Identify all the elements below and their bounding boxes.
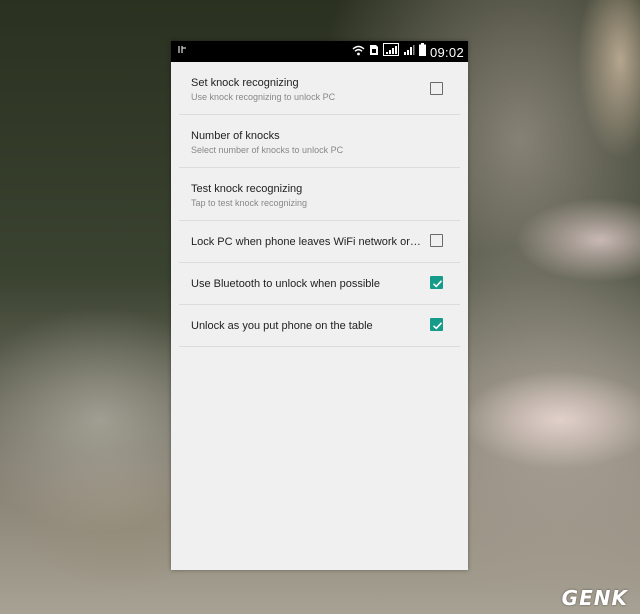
setting-number-of-knocks[interactable]: Number of knocks Select number of knocks… (179, 115, 460, 168)
signal-icon (403, 43, 415, 61)
setting-title: Use Bluetooth to unlock when possible (191, 278, 380, 290)
setting-title: Set knock recognizing (191, 77, 299, 89)
knock-recognizing-checkbox[interactable] (430, 82, 443, 95)
setting-subtitle: Select number of knocks to unlock PC (191, 145, 344, 155)
status-clock: 09:02 (429, 44, 464, 60)
checkmark-icon (432, 280, 443, 288)
setting-knock-recognizing[interactable]: Set knock recognizing Use knock recogniz… (179, 62, 460, 115)
phone-screen: 09:02 Set knock recognizing Use knock re… (171, 41, 468, 570)
setting-unlock-on-table[interactable]: Unlock as you put phone on the table (179, 305, 460, 347)
setting-subtitle: Use knock recognizing to unlock PC (191, 92, 336, 102)
lock-on-leave-checkbox[interactable] (430, 234, 443, 247)
setting-title: Lock PC when phone leaves WiFi network o… (191, 236, 423, 248)
settings-list: Set knock recognizing Use knock recogniz… (171, 62, 468, 347)
bluetooth-unlock-checkbox[interactable] (430, 276, 443, 289)
setting-title: Test knock recognizing (191, 183, 303, 195)
setting-title: Number of knocks (191, 130, 280, 142)
signal-icon (382, 43, 399, 61)
wifi-icon (352, 43, 365, 61)
setting-title: Unlock as you put phone on the table (191, 320, 373, 332)
setting-bluetooth-unlock[interactable]: Use Bluetooth to unlock when possible (179, 263, 460, 305)
unlock-on-table-checkbox[interactable] (430, 318, 443, 331)
battery-icon (418, 43, 426, 61)
sim-icon (369, 43, 379, 61)
setting-lock-on-leave[interactable]: Lock PC when phone leaves WiFi network o… (179, 221, 460, 263)
status-bar: 09:02 (171, 41, 468, 62)
genk-watermark: GENK (561, 586, 628, 610)
checkmark-icon (432, 322, 443, 330)
usb-debug-icon (178, 45, 187, 57)
setting-subtitle: Tap to test knock recognizing (191, 198, 308, 208)
setting-test-knock[interactable]: Test knock recognizing Tap to test knock… (179, 168, 460, 221)
